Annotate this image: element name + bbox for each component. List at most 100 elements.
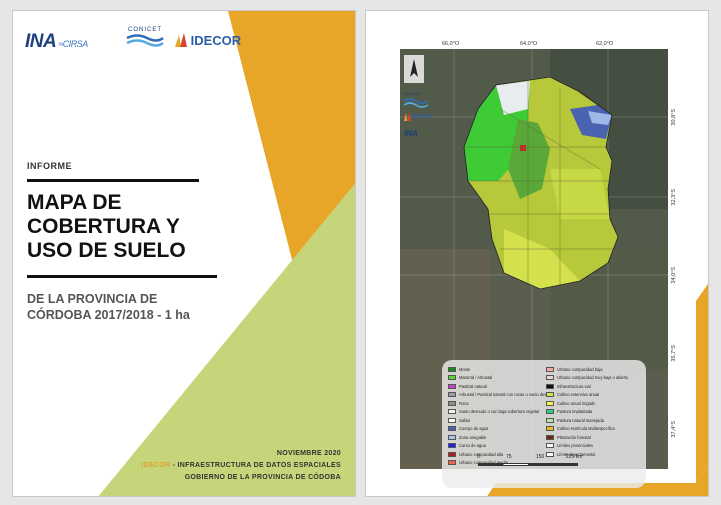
logo-bar: INA ≈CIRSA CONICET IDECOR [25,27,343,59]
cover-page: INA ≈CIRSA CONICET IDECOR INFORME MAPA D… [12,10,356,497]
title-line-3: USO DE SUELO [27,239,186,262]
legend-label: Cultivo Hortícola Multiespecífico [557,426,616,432]
legend-item: Cuerpo de agua [448,425,546,434]
scale-tick-150: 150 [536,454,545,460]
legend-swatch [448,417,456,423]
legend-swatch [448,400,456,406]
scale-bar: 0 75 150 225 km [477,454,598,474]
legend-label: Matorral / Arbustal [459,375,493,381]
legend-label: Salina [459,417,471,423]
map-conicet-label: CONICET [404,91,422,96]
legend-swatch [546,366,554,372]
legend-label: Cultivo anual irrigado [557,400,596,406]
legend-item: Urbano compacidad muy baja o abierto [546,374,644,383]
legend-label: Cuerpo de agua [459,426,489,432]
legend-swatch [448,366,456,372]
legend-column-left: Monte Matorral / Arbustal Pastizal natural… [448,365,546,467]
legend-swatch [546,443,554,449]
legend-item: Cultivo anual irrigado [546,399,644,408]
legend-swatch [448,383,456,389]
legend-label: Urbano compacidad muy baja o abierto [557,375,629,381]
legend-item: Pastizal natural [448,382,546,391]
coord-right-3: 34,0°S [671,267,677,284]
legend-swatch [448,434,456,440]
legend-item: Límites provinciales [546,442,644,451]
legend-label: Roca [459,400,469,406]
legend-swatch [448,375,456,381]
legend-swatch [546,383,554,389]
idecor-mark-icon [175,33,187,47]
footer-org: IDECOR - INFRAESTRUCTURA DE DATOS ESPACI… [141,462,341,469]
legend-swatch [448,392,456,398]
conicet-wave-icon [126,34,164,47]
legend-item: Cultivo extensivo anual [546,391,644,400]
legend-label: Plantación forestal [557,434,591,440]
legend-item: Cultivo Hortícola Multiespecífico [546,425,644,434]
ina-logo: INA ≈CIRSA [25,31,88,52]
legend-item: Pastura natural manejada [546,416,644,425]
legend-item: Monte [448,365,546,374]
legend-swatch [448,460,456,466]
coord-right-5: 37,4°S [671,421,677,438]
legend-swatch [448,426,456,432]
legend-label: Pastizal natural [459,383,487,389]
coord-right-2: 32,3°S [671,189,677,206]
subtitle-line-2: CÓRDOBA 2017/2018 - 1 ha [27,308,190,322]
coord-right-4: 35,7°S [671,345,677,362]
legend-label: Pastura natural manejada [557,417,604,423]
title-rule-top [27,179,199,182]
conicet-logo: CONICET [121,27,169,54]
report-label: INFORME [27,161,72,171]
legend-swatch [448,451,456,457]
title-line-1: MAPA DE [27,191,122,214]
cover-footer: NOVIEMBRE 2020 IDECOR - INFRAESTRUCTURA … [141,448,341,484]
legend-swatch [546,375,554,381]
legend-item: Urbano compacidad baja [546,365,644,374]
legend-swatch [546,400,554,406]
map-page: 66,0°O 64,0°O 62,0°O 30,8°S 32,3°S 34,0°… [365,10,709,497]
title-rule-bottom [27,275,217,278]
land-cover-map: 66,0°O 64,0°O 62,0°O 30,8°S 32,3°S 34,0°… [400,41,677,488]
legend-label: Urbano compacidad baja [557,366,603,372]
legend-item: Matorral / Arbustal [448,374,546,383]
legend-item: Salina [448,416,546,425]
scale-bar-graphic [478,463,578,466]
idecor-logo: IDECOR [175,33,241,48]
coord-top-1: 66,0°O [442,41,460,47]
legend-label: Zona anegable [459,434,487,440]
legend-item: Infraestructura vial [546,382,644,391]
legend-swatch [546,409,554,415]
legend-swatch [546,426,554,432]
coord-right-1: 30,8°S [671,109,677,126]
report-subtitle: DE LA PROVINCIA DE CÓRDOBA 2017/2018 - 1… [27,291,247,323]
legend-item: Zona anegable [448,433,546,442]
legend-item: Pastura implantada [546,408,644,417]
coord-top-2: 64,0°O [520,41,538,47]
scale-tick-0: 0 [477,454,480,460]
legend-label: Cultivo extensivo anual [557,392,600,398]
legend-label: Infraestructura vial [557,383,591,389]
scale-tick-75: 75 [506,454,512,460]
legend-label: Suelo desnudo o con baja cobertura veget… [459,409,540,415]
legend-item: Arbustal / Pastizal natural con rocas o … [448,391,546,400]
coord-top-3: 62,0°O [596,41,614,47]
map-ina-label: INA [404,129,418,138]
legend-swatch [546,417,554,423]
legend-label: Pastura implantada [557,409,593,415]
footer-gov: GOBIERNO DE LA PROVINCIA DE CÓDOBA [184,474,341,481]
legend-label: Arbustal / Pastizal natural con rocas o … [459,392,546,398]
legend-item: Plantación forestal [546,433,644,442]
scale-tick-225: 225 km [566,454,583,460]
map-idecor-label: IDECOR [412,114,432,120]
legend-swatch [448,409,456,415]
footer-date: NOVIEMBRE 2020 [276,450,341,457]
legend-swatch [546,434,554,440]
legend-item: Roca [448,399,546,408]
subtitle-line-1: DE LA PROVINCIA DE [27,292,158,306]
legend-column-right: Urbano compacidad baja Urbano compacidad … [546,365,644,459]
report-title: MAPA DE COBERTURA Y USO DE SUELO [27,191,247,263]
legend-label: Límites provinciales [557,443,593,449]
legend-label: Curso de agua [459,443,486,449]
title-line-2: COBERTURA Y [27,215,180,238]
legend-swatch [448,443,456,449]
